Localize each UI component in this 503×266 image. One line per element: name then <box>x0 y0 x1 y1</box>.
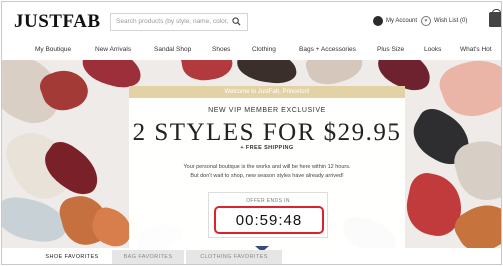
my-account-link[interactable]: My Account <box>373 16 417 26</box>
promo-body-line: But don't wait to shop, new season style… <box>190 173 344 179</box>
hero-banner: Welcome to JustFab, Princeton! NEW VIP M… <box>2 60 501 248</box>
account-icon <box>373 16 383 26</box>
nav-item-new-arrivals[interactable]: New Arrivals <box>95 46 131 53</box>
nav-item-bags-accessories[interactable]: Bags + Accessories <box>299 46 356 53</box>
nav-item-plus-size[interactable]: Plus Size <box>377 46 404 53</box>
tab-bag-favorites[interactable]: BAG FAVORITES <box>112 250 184 264</box>
search-input[interactable]: Search products (by style, name, color, <box>110 13 248 31</box>
nav-item-clothing[interactable]: Clothing <box>252 46 276 53</box>
site-header: JUSTFAB Search products (by style, name,… <box>2 2 501 40</box>
justfab-logo[interactable]: JUSTFAB <box>14 11 101 33</box>
search-icon[interactable] <box>232 17 241 26</box>
countdown-timer: 00:59:48 <box>235 212 303 229</box>
promo-headline: 2 STYLES FOR $29.95 <box>132 119 402 146</box>
nav-item-my-boutique[interactable]: My Boutique <box>35 46 71 53</box>
shopping-bag-icon[interactable] <box>489 9 501 27</box>
wishlist-label: Wish List (0) <box>434 18 468 24</box>
tab-clothing-favorites[interactable]: CLOTHING FAVORITES <box>186 250 282 264</box>
shoe-image <box>235 60 299 87</box>
nav-item-looks[interactable]: Looks <box>424 46 441 53</box>
browser-frame: JUSTFAB Search products (by style, name,… <box>1 1 502 265</box>
vip-promo-panel: Welcome to JustFab, Princeton! NEW VIP M… <box>129 86 405 248</box>
tab-shoe-favorites[interactable]: SHOE FAVORITES <box>40 250 104 264</box>
shoe-image <box>2 194 70 246</box>
vip-exclusive-label: NEW VIP MEMBER EXCLUSIVE <box>208 107 326 114</box>
account-label: My Account <box>386 18 418 24</box>
countdown-highlight: 00:59:48 <box>214 206 324 234</box>
nav-item-sandal-shop[interactable]: Sandal Shop <box>154 46 191 53</box>
nav-item-whats-hot[interactable]: What's Hot <box>460 46 492 53</box>
nav-item-shoes[interactable]: Shoes <box>212 46 230 53</box>
welcome-bar: Welcome to JustFab, Princeton! <box>129 86 405 98</box>
offer-ends-label: OFFER ENDS IN <box>246 198 290 204</box>
countdown-timer-box: OFFER ENDS IN 00:59:48 <box>208 192 328 238</box>
main-nav: My Boutique New Arrivals Sandal Shop Sho… <box>2 42 501 58</box>
promo-body-line: Your personal boutique is the works and … <box>183 164 351 170</box>
shoe-image <box>179 60 235 85</box>
heart-icon: ♥ <box>421 16 431 26</box>
search-placeholder: Search products (by style, name, color, <box>116 18 229 25</box>
wishlist-link[interactable]: ♥ Wish List (0) <box>421 16 467 26</box>
favorites-tabs: SHOE FAVORITES BAG FAVORITES CLOTHING FA… <box>2 246 501 264</box>
promo-body-text: Your personal boutique is the works and … <box>149 163 385 181</box>
free-shipping-label: + FREE SHIPPING <box>240 145 294 151</box>
